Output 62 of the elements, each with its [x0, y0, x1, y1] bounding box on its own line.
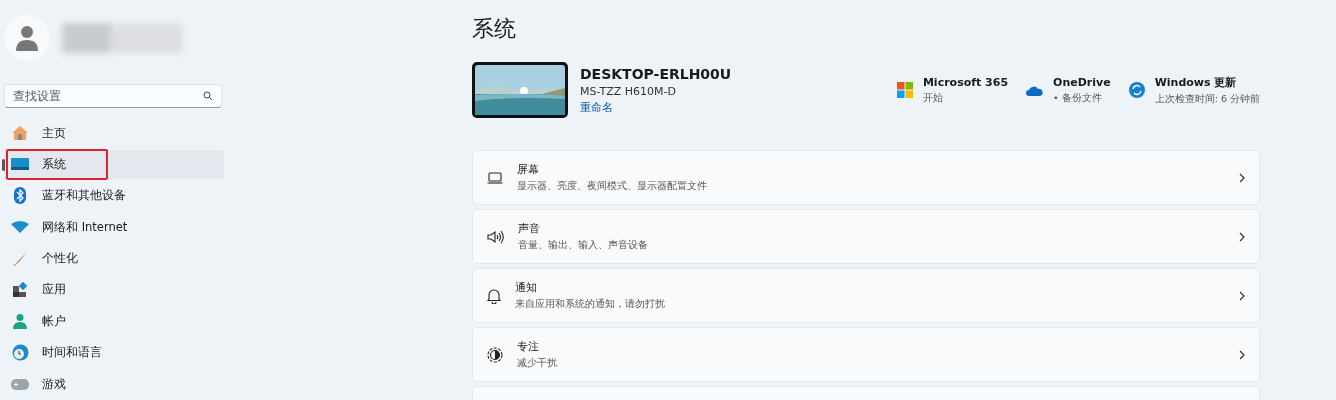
- quick-link-title[interactable]: Windows 更新: [1154, 74, 1260, 90]
- nav-item[interactable]: 游戏: [4, 369, 224, 399]
- nav-label: 系统: [42, 156, 66, 172]
- bell-icon: [487, 287, 501, 304]
- nav-item[interactable]: 主页: [4, 118, 224, 148]
- apps-icon: [12, 281, 28, 298]
- quick-link-status: 开始: [922, 91, 944, 105]
- wifi-icon: [11, 221, 29, 234]
- card-description: 显示器、亮度、夜间模式、显示器配置文件: [517, 180, 708, 193]
- quick-link-status: 上次检查时间: 6 分钟前: [1154, 92, 1260, 106]
- search-icon: [203, 90, 213, 101]
- nav-item[interactable]: 系统: [4, 150, 224, 179]
- nav-item[interactable]: 时间和语言: [4, 338, 224, 368]
- avatar[interactable]: [4, 14, 50, 61]
- nav-item[interactable]: 蓝牙和其他设备: [4, 181, 224, 211]
- person-icon: [12, 313, 28, 330]
- nav-label: 游戏: [42, 376, 66, 392]
- bluetooth-icon: [14, 187, 26, 205]
- nav-label: 主页: [42, 125, 66, 141]
- search-field[interactable]: 查找设置: [4, 83, 222, 108]
- settings-card[interactable]: 通知 来自应用和系统的通知，请勿打扰: [472, 268, 1260, 323]
- card-description: 音量、输出、输入、声音设备: [518, 239, 649, 252]
- card-title: 通知: [515, 280, 538, 295]
- device-name: DESKTOP-ERLH00U: [580, 65, 733, 82]
- chevron-right-icon: [1239, 290, 1245, 301]
- quick-link-title[interactable]: OneDrive: [1053, 75, 1111, 89]
- nav-label: 网络和 Internet: [42, 219, 128, 235]
- settings-card[interactable]: 屏幕 显示器、亮度、夜间模式、显示器配置文件: [472, 150, 1260, 205]
- quick-link-status: • 备份文件: [1053, 91, 1103, 105]
- card-title: 专注: [517, 339, 540, 354]
- chevron-right-icon: [1239, 172, 1245, 183]
- card-title: 屏幕: [517, 162, 540, 177]
- monitor-icon: [11, 158, 29, 171]
- nav-item[interactable]: 帐户: [4, 306, 224, 336]
- nav-label: 应用: [42, 282, 66, 298]
- focus-icon: [487, 346, 503, 363]
- settings-card[interactable]: 声音 音量、输出、输入、声音设备: [472, 209, 1260, 264]
- nav-item[interactable]: 应用: [4, 275, 224, 305]
- nav-item[interactable]: 个性化: [4, 244, 224, 273]
- gamepad-icon: [11, 378, 29, 390]
- four-squares-icon: [896, 82, 913, 98]
- refresh-icon: [1128, 82, 1145, 98]
- globe-clock-icon: [11, 344, 29, 362]
- settings-card[interactable]: 专注 减少干扰: [472, 327, 1260, 382]
- rename-link[interactable]: 重命名: [580, 99, 897, 115]
- laptop-icon: [487, 171, 503, 184]
- chevron-right-icon: [1239, 349, 1245, 360]
- chevron-right-icon: [1239, 231, 1245, 242]
- card-title: 声音: [518, 221, 541, 236]
- nav-label: 蓝牙和其他设备: [42, 188, 126, 204]
- speaker-icon: [487, 229, 504, 244]
- device-model: MS-TZZ H610M-D: [580, 84, 677, 98]
- nav-label: 时间和语言: [42, 345, 102, 361]
- card-description: 减少干扰: [517, 357, 558, 370]
- home-icon: [11, 125, 29, 142]
- page-title: 系统: [472, 15, 517, 43]
- quick-link-title[interactable]: Microsoft 365: [922, 75, 1009, 89]
- nav-label: 个性化: [42, 251, 78, 267]
- card-description: 来自应用和系统的通知，请勿打扰: [515, 298, 666, 311]
- nav-item[interactable]: 网络和 Internet: [4, 212, 224, 242]
- cloud-icon: [1026, 84, 1044, 96]
- nav-label: 帐户: [42, 313, 66, 329]
